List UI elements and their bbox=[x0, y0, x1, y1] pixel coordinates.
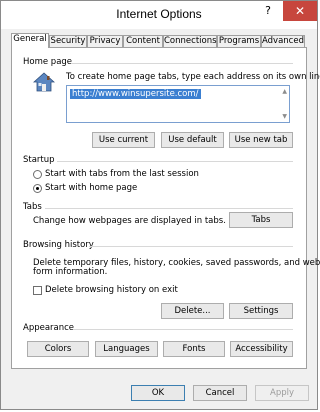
close-button[interactable]: ✕ bbox=[283, 1, 317, 21]
internet-options-dialog: Internet Options ? ✕ General Security Pr… bbox=[0, 0, 320, 410]
delete-on-exit-checkbox[interactable] bbox=[33, 286, 42, 295]
radio-home-page[interactable] bbox=[33, 184, 42, 193]
startup-title: Startup bbox=[23, 155, 55, 165]
fonts-button[interactable]: Fonts bbox=[163, 341, 225, 357]
browsing-history-title: Browsing history bbox=[23, 240, 94, 250]
delete-button[interactable]: Delete... bbox=[161, 303, 224, 319]
tab-security[interactable]: Security bbox=[49, 35, 87, 47]
tab-connections[interactable]: Connections bbox=[163, 35, 217, 47]
home-page-url-value: http://www.winsupersite.com/ bbox=[70, 89, 201, 99]
tabs-button[interactable]: Tabs bbox=[229, 212, 293, 228]
accessibility-button[interactable]: Accessibility bbox=[230, 341, 293, 357]
tab-advanced[interactable]: Advanced bbox=[261, 35, 305, 47]
home-icon bbox=[33, 72, 55, 92]
scroll-down-icon[interactable]: ▼ bbox=[282, 113, 287, 120]
home-page-separator bbox=[71, 63, 293, 64]
settings-button[interactable]: Settings bbox=[229, 303, 293, 319]
browsing-history-description-line2: form information. bbox=[33, 267, 108, 277]
cancel-button[interactable]: Cancel bbox=[193, 385, 247, 401]
tabs-separator bbox=[45, 208, 293, 209]
tabs-description: Change how webpages are displayed in tab… bbox=[33, 216, 226, 226]
browsing-history-separator bbox=[89, 246, 293, 247]
colors-button[interactable]: Colors bbox=[27, 341, 89, 357]
tab-programs[interactable]: Programs bbox=[217, 35, 261, 47]
help-button[interactable]: ? bbox=[255, 1, 281, 21]
radio-last-session-label[interactable]: Start with tabs from the last session bbox=[45, 169, 199, 179]
languages-button[interactable]: Languages bbox=[95, 341, 158, 357]
scroll-up-icon[interactable]: ▲ bbox=[282, 88, 287, 95]
home-page-title: Home page bbox=[23, 57, 73, 67]
radio-selected-dot bbox=[36, 187, 39, 190]
use-current-button[interactable]: Use current bbox=[92, 132, 155, 148]
use-default-button[interactable]: Use default bbox=[161, 132, 224, 148]
tab-privacy[interactable]: Privacy bbox=[87, 35, 123, 47]
apply-button[interactable]: Apply bbox=[255, 385, 309, 401]
radio-home-page-label[interactable]: Start with home page bbox=[45, 183, 137, 193]
home-page-url-input[interactable]: http://www.winsupersite.com/ ▲ ▼ bbox=[66, 85, 290, 123]
title-bar: Internet Options ? ✕ bbox=[1, 1, 317, 29]
tab-general[interactable]: General bbox=[11, 33, 49, 48]
appearance-separator bbox=[73, 329, 293, 330]
home-page-description: To create home page tabs, type each addr… bbox=[66, 72, 320, 82]
use-new-tab-button[interactable]: Use new tab bbox=[229, 132, 293, 148]
delete-on-exit-label[interactable]: Delete browsing history on exit bbox=[45, 285, 178, 295]
ok-button[interactable]: OK bbox=[131, 385, 185, 401]
appearance-title: Appearance bbox=[23, 323, 75, 333]
radio-last-session[interactable] bbox=[33, 170, 42, 179]
tab-content[interactable]: Content bbox=[123, 35, 163, 47]
tabs-title: Tabs bbox=[23, 202, 42, 212]
startup-separator bbox=[57, 161, 293, 162]
